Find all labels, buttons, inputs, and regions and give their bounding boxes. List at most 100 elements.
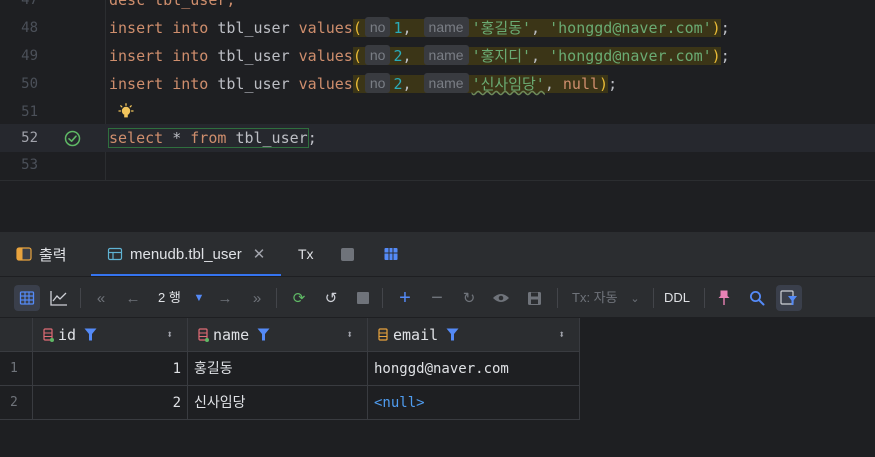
line-number: 47 — [21, 0, 38, 8]
result-toolbar: « ← 2 행 ▼ → » ⟳ ↺ + − ↻ Tx: 자동 ⌄ DDL — [0, 276, 875, 318]
tab-label: Tx — [298, 246, 314, 262]
prev-page-button[interactable]: ← — [120, 285, 146, 311]
table-view-icon — [19, 291, 35, 305]
result-grid[interactable]: id ⬍ name ⬍ email ⬍ 1 1 홍길동 honggd@naver… — [0, 318, 875, 457]
submit-button[interactable] — [521, 285, 547, 311]
line-number: 51 — [21, 104, 38, 120]
grid-header-row: id ⬍ name ⬍ email ⬍ — [0, 318, 580, 352]
filter-icon[interactable] — [84, 328, 97, 341]
column-icon — [198, 328, 209, 342]
line-number: 49 — [21, 48, 38, 64]
stop-button[interactable] — [350, 285, 376, 311]
add-row-button[interactable]: + — [392, 285, 418, 311]
arrow-left-icon: ← — [125, 289, 141, 307]
minus-icon: − — [431, 286, 443, 309]
search-icon — [750, 291, 765, 306]
cell-name[interactable]: 신사임당 — [188, 386, 368, 420]
sort-icon[interactable]: ⬍ — [346, 318, 353, 351]
reload-button[interactable]: ⟳ — [286, 285, 312, 311]
tx-mode-dropdown[interactable]: ⌄ — [622, 285, 648, 311]
cell-id[interactable]: 1 — [33, 352, 188, 386]
sql-editor[interactable]: 47 desc tbl_user; 48 insert into tbl_use… — [0, 0, 875, 180]
tx-mode-label[interactable]: Tx: 자동 — [572, 285, 618, 311]
editor-line[interactable]: 50 insert into tbl_user values(no 2, name… — [0, 70, 875, 98]
table-row[interactable]: 2 2 신사임당 <null> — [0, 386, 580, 420]
last-page-button[interactable]: » — [244, 285, 270, 311]
editor-line[interactable]: 49 insert into tbl_user values(no 2, name… — [0, 42, 875, 70]
stop-tab-button[interactable] — [341, 232, 354, 276]
column-icon — [43, 328, 54, 342]
editor-line[interactable]: 53 — [0, 151, 875, 179]
layout-tab-button[interactable] — [384, 232, 398, 276]
toolbar-separator — [557, 288, 558, 308]
arrow-right-icon: → — [217, 289, 233, 307]
lightbulb-icon[interactable] — [117, 103, 135, 121]
column-header-email[interactable]: email ⬍ — [368, 318, 580, 352]
cell-email[interactable]: <null> — [368, 386, 580, 420]
column-header-name[interactable]: name ⬍ — [188, 318, 368, 352]
output-icon — [16, 247, 32, 261]
param-hint: no — [364, 45, 391, 65]
pin-button[interactable] — [711, 285, 737, 311]
column-name: email — [393, 326, 439, 344]
toolbar-separator — [653, 288, 654, 308]
sort-icon[interactable]: ⬍ — [166, 318, 173, 351]
editor-line-current[interactable]: 52 select * from tbl_user; — [0, 124, 875, 152]
editor-line[interactable]: 51 — [0, 98, 875, 126]
chevron-down-icon: ⌄ — [630, 292, 640, 305]
filter-icon[interactable] — [446, 328, 459, 341]
sort-icon[interactable]: ⬍ — [558, 318, 565, 351]
tab-tx[interactable]: Tx — [298, 232, 314, 276]
cell-name[interactable]: 홍길동 — [188, 352, 368, 386]
param-hint: name — [423, 73, 469, 93]
column-name: id — [58, 326, 77, 344]
tab-menudb-tbl-user[interactable]: menudb.tbl_user ✕ — [91, 232, 282, 276]
tab-label: 출력 — [39, 246, 67, 264]
search-button[interactable] — [744, 285, 770, 311]
tab-output[interactable]: 출력 — [16, 232, 67, 276]
history-button[interactable]: ↺ — [318, 285, 344, 311]
cell-email[interactable]: honggd@naver.com — [368, 352, 580, 386]
preview-button[interactable] — [488, 285, 514, 311]
table-row[interactable]: 1 1 홍길동 honggd@naver.com — [0, 352, 580, 386]
param-hint: name — [423, 45, 469, 65]
code-text: insert into tbl_user values(no 1, name '홍길… — [109, 17, 730, 37]
code-text: desc tbl_user; — [109, 0, 236, 9]
line-number: 52 — [21, 130, 38, 146]
line-number: 53 — [21, 157, 38, 173]
first-page-button[interactable]: « — [88, 285, 114, 311]
check-circle-icon — [64, 130, 81, 147]
column-header-id[interactable]: id ⬍ — [33, 318, 188, 352]
row-count-dropdown[interactable]: ▼ — [186, 285, 212, 311]
stop-icon — [341, 247, 354, 261]
code-text: insert into tbl_user values(no 2, name '홍지… — [109, 45, 730, 65]
chart-view-button[interactable] — [46, 285, 72, 311]
chevron-down-icon: ▼ — [193, 292, 205, 304]
editor-line[interactable]: 48 insert into tbl_user values(no 1, name… — [0, 14, 875, 42]
row-count[interactable]: 2 행 — [158, 285, 181, 311]
delete-row-button[interactable]: − — [424, 285, 450, 311]
editor-line[interactable]: 47 desc tbl_user; — [0, 0, 875, 14]
toolbar-separator — [382, 288, 383, 308]
next-page-button[interactable]: → — [212, 285, 238, 311]
plus-icon: + — [399, 286, 411, 309]
close-icon[interactable]: ✕ — [253, 245, 266, 263]
toolbar-separator — [704, 288, 705, 308]
filter-icon[interactable] — [257, 328, 270, 341]
history-icon: ↺ — [324, 290, 338, 307]
stop-icon — [357, 292, 369, 304]
column-icon — [378, 328, 388, 341]
grid-layout-icon — [384, 248, 398, 260]
table-view-button[interactable] — [14, 285, 40, 311]
eye-icon — [493, 294, 509, 302]
column-name: name — [213, 326, 250, 344]
toolbar-separator — [80, 288, 81, 308]
cell-id[interactable]: 2 — [33, 386, 188, 420]
filter-panel-button[interactable] — [776, 285, 802, 311]
revert-button[interactable]: ↻ — [456, 285, 482, 311]
refresh-icon: ⟳ — [292, 290, 306, 307]
pin-icon — [718, 290, 730, 305]
line-number: 48 — [21, 20, 38, 36]
ddl-button[interactable]: DDL — [664, 285, 690, 311]
toolbar-separator — [276, 288, 277, 308]
